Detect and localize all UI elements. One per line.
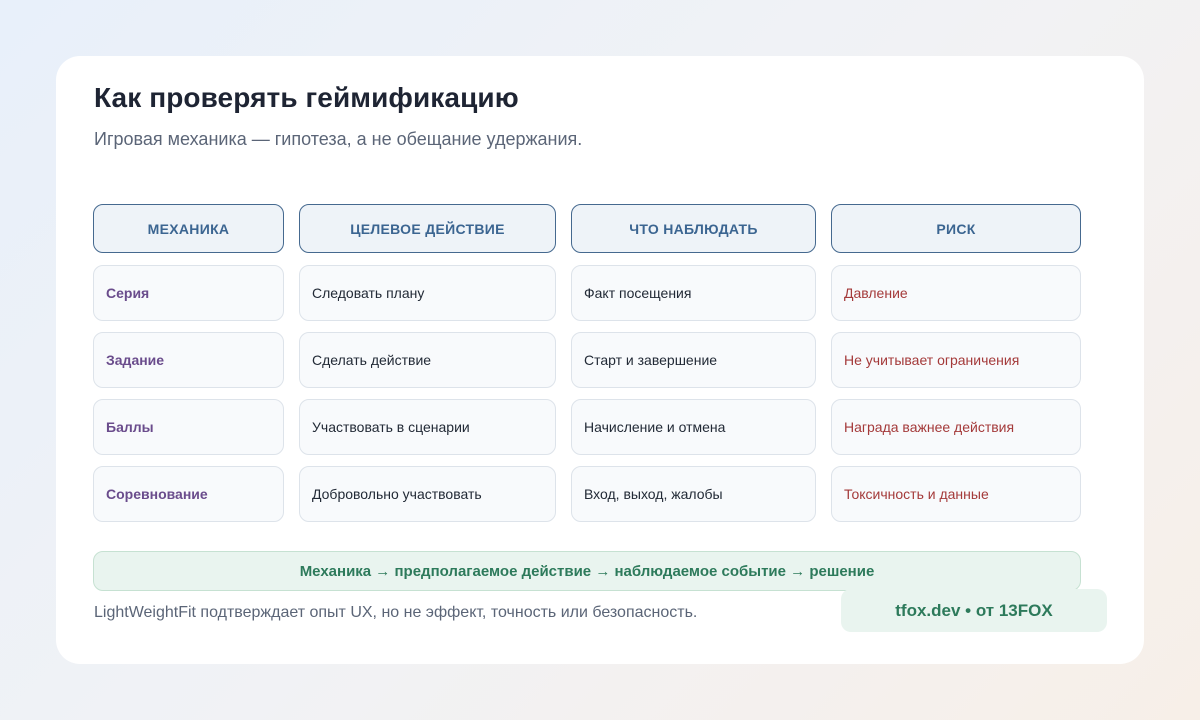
cell-target-action: Добровольно участвовать (299, 466, 556, 522)
cell-mechanic: Серия (93, 265, 284, 321)
cell-observe: Начисление и отмена (571, 399, 816, 455)
page-title: Как проверять геймификацию (94, 82, 519, 113)
cell-mechanic: Баллы (93, 399, 284, 455)
cell-risk: Давление (831, 265, 1081, 321)
content-card: Как проверять геймификацию Игровая механ… (56, 56, 1144, 664)
cell-target-action: Участвовать в сценарии (299, 399, 556, 455)
cell-risk: Награда важнее действия (831, 399, 1081, 455)
cell-mechanic: Задание (93, 332, 284, 388)
header-target-action: ЦЕЛЕВОЕ ДЕЙСТВИЕ (299, 204, 556, 253)
brand-badge: tfox.dev • от 13FOX (841, 589, 1107, 632)
cell-observe: Старт и завершение (571, 332, 816, 388)
footnote-text: LightWeightFit подтверждает опыт UX, но … (94, 604, 698, 621)
cell-risk: Токсичность и данные (831, 466, 1081, 522)
cell-target-action: Сделать действие (299, 332, 556, 388)
flow-summary-banner: Механика → предполагаемое действие → наб… (93, 551, 1081, 591)
header-mechanic: МЕХАНИКА (93, 204, 284, 253)
cell-mechanic: Соревнование (93, 466, 284, 522)
header-risk: РИСК (831, 204, 1081, 253)
cell-risk: Не учитывает ограничения (831, 332, 1081, 388)
cell-observe: Факт посещения (571, 265, 816, 321)
cell-observe: Вход, выход, жалобы (571, 466, 816, 522)
cell-target-action: Следовать плану (299, 265, 556, 321)
page-subtitle: Игровая механика — гипотеза, а не обещан… (94, 129, 583, 149)
header-observe: ЧТО НАБЛЮДАТЬ (571, 204, 816, 253)
